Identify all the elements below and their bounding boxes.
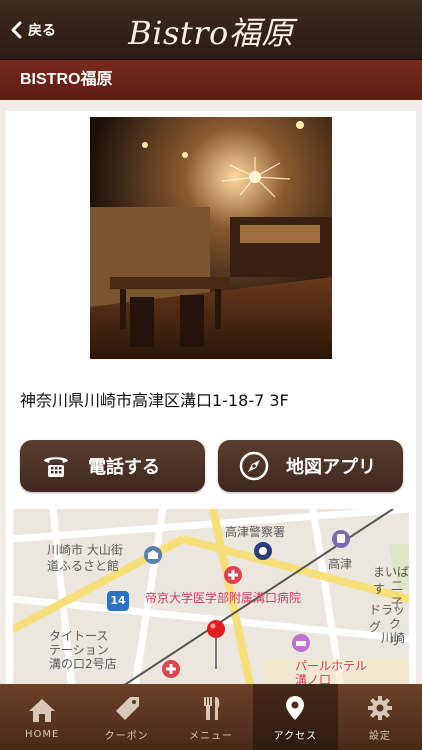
map-label-station: 高津 xyxy=(328,557,353,571)
tab-menu[interactable]: メニュー xyxy=(169,684,253,750)
map-app-label: 地図アプリ xyxy=(286,457,376,478)
tab-coupon[interactable]: クーポン xyxy=(84,684,168,750)
train-icon xyxy=(332,530,350,548)
map-label-police: 高津警察署 xyxy=(225,525,286,539)
shop-address: 神奈川県川崎市高津区溝口1-18-7 3F xyxy=(20,391,289,410)
tab-access[interactable]: アクセス xyxy=(253,684,338,750)
app-logo: Bistro福原 xyxy=(128,14,294,52)
phone-icon xyxy=(32,451,80,481)
hotel-icon xyxy=(292,634,310,652)
police-icon xyxy=(254,542,272,560)
location-pin-icon xyxy=(207,620,225,669)
home-icon xyxy=(27,695,57,725)
tab-home-label: HOME xyxy=(25,728,60,740)
tab-menu-label: メニュー xyxy=(189,730,234,742)
map-label-drug-3: 川崎 xyxy=(381,631,406,645)
map-label-tyto-3: 溝の口2号店 xyxy=(49,657,117,671)
menu-icon xyxy=(196,693,226,723)
map-label-museum: 川崎市 大山街 xyxy=(47,543,123,557)
tab-settings[interactable]: 設定 xyxy=(338,684,422,750)
tab-bar: HOME クーポン メニュー アクセス 設定 xyxy=(0,684,422,750)
hospital-icon-2 xyxy=(162,660,180,678)
page-title: BISTRO福原 xyxy=(0,60,422,100)
tab-home[interactable]: HOME xyxy=(0,684,84,750)
map-view[interactable]: 高津警察署 川崎市 大山街 道ふるさと館 高津 帝京大学医学部附属溝口病院 まい… xyxy=(13,509,409,699)
tab-access-label: アクセス xyxy=(273,730,318,742)
top-header: 戻る Bistro福原 xyxy=(0,0,422,60)
settings-icon xyxy=(365,693,395,723)
shop-photo xyxy=(90,117,332,359)
coupon-icon xyxy=(112,693,142,723)
call-button[interactable]: 電話する xyxy=(20,440,205,492)
tab-coupon-label: クーポン xyxy=(104,730,149,742)
access-icon xyxy=(280,693,310,723)
call-label: 電話する xyxy=(88,457,160,478)
compass-icon xyxy=(230,450,278,482)
map-label-hospital: 帝京大学医学部附属溝口病院 xyxy=(145,591,302,605)
shop-card: 神奈川県川崎市高津区溝口1-18-7 3F 電話する 地図アプリ 高津警察署 川… xyxy=(6,111,416,711)
route-14-badge: 14 xyxy=(107,591,129,611)
museum-icon xyxy=(144,546,162,564)
hospital-icon xyxy=(224,566,242,584)
map-app-button[interactable]: 地図アプリ xyxy=(218,440,403,492)
map-label-museum-2: 道ふるさと館 xyxy=(47,559,120,573)
tab-settings-label: 設定 xyxy=(368,730,391,742)
